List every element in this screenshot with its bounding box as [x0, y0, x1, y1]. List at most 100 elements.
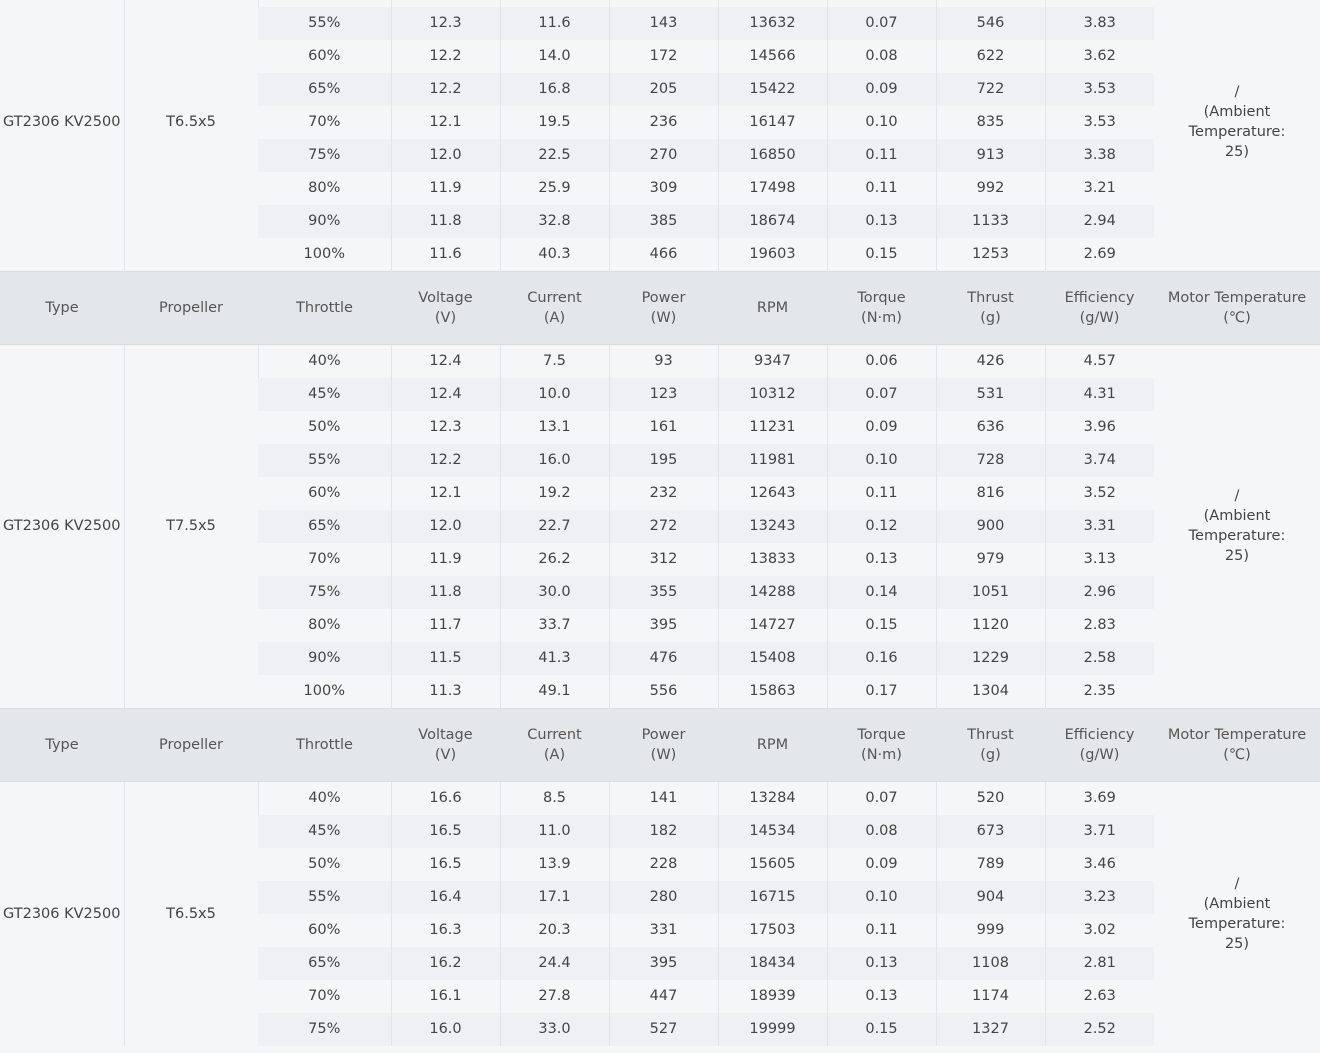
power-cell: 466: [608, 237, 718, 271]
efficiency-cell: 3.69: [1044, 781, 1154, 815]
power-cell: 395: [608, 608, 718, 642]
power-cell: 195: [608, 443, 718, 477]
motor-temperature-cell: / (Ambient Temperature: 25): [1154, 781, 1320, 1046]
voltage-cell: 12.3: [390, 6, 500, 40]
rpm-cell: 15422: [717, 72, 827, 106]
torque-cell: 0.08: [826, 39, 936, 73]
throttle-cell: 65%: [258, 72, 391, 106]
voltage-cell: 11.8: [390, 204, 500, 238]
column-header-label: Torque: [857, 289, 906, 306]
voltage-cell: 16.5: [390, 814, 500, 848]
throttle-cell: 100%: [258, 674, 391, 708]
rpm-cell: 14534: [717, 814, 827, 848]
torque-cell: 0.10: [826, 443, 936, 477]
rpm-cell: 13632: [717, 6, 827, 40]
throttle-cell: 70%: [258, 979, 391, 1013]
efficiency-cell: 2.63: [1044, 979, 1154, 1013]
efficiency-cell: 3.53: [1044, 105, 1154, 139]
column-header-label: Efficiency: [1064, 726, 1135, 743]
current-cell: 11.6: [499, 6, 609, 40]
thrust-cell: 992: [935, 171, 1045, 205]
thrust-cell: 904: [935, 880, 1045, 914]
power-cell: 232: [608, 476, 718, 510]
thrust-cell: 722: [935, 72, 1045, 106]
thrust-cell: 979: [935, 542, 1045, 576]
temperature-note-line: 25): [1224, 548, 1250, 564]
column-header-label: RPM: [756, 736, 789, 753]
column-header-unit: (W): [650, 746, 677, 763]
torque-cell: 0.16: [826, 641, 936, 675]
column-header-label: Thrust: [967, 726, 1014, 743]
thrust-cell: 622: [935, 39, 1045, 73]
torque-cell: 0.11: [826, 171, 936, 205]
rpm-cell: 18434: [717, 946, 827, 980]
rpm-cell: 14727: [717, 608, 827, 642]
torque-cell: 0.08: [826, 814, 936, 848]
voltage-cell: 16.2: [390, 946, 500, 980]
thrust-cell: 1051: [935, 575, 1045, 609]
rpm-cell: 12643: [717, 476, 827, 510]
efficiency-cell: 2.52: [1044, 1012, 1154, 1046]
rpm-cell: 15408: [717, 641, 827, 675]
thrust-cell: 1304: [935, 674, 1045, 708]
voltage-cell: 12.3: [390, 410, 500, 444]
torque-cell: 0.12: [826, 509, 936, 543]
column-header: Power (W): [609, 270, 718, 345]
current-cell: 8.5: [499, 781, 609, 815]
rpm-cell: 10312: [717, 377, 827, 411]
current-cell: 16.8: [499, 72, 609, 106]
column-header: Efficiency (g/W): [1045, 270, 1154, 345]
power-cell: 309: [608, 171, 718, 205]
torque-cell: 0.13: [826, 946, 936, 980]
rpm-cell: 9347: [717, 344, 827, 378]
throttle-cell: 70%: [258, 542, 391, 576]
rpm-cell: 19999: [717, 1012, 827, 1046]
throttle-cell: 90%: [258, 204, 391, 238]
efficiency-cell: 3.13: [1044, 542, 1154, 576]
efficiency-cell: 2.96: [1044, 575, 1154, 609]
efficiency-cell: 2.94: [1044, 204, 1154, 238]
efficiency-cell: 4.57: [1044, 344, 1154, 378]
thrust-cell: 1133: [935, 204, 1045, 238]
power-cell: 161: [608, 410, 718, 444]
current-cell: 19.2: [499, 476, 609, 510]
power-cell: 236: [608, 105, 718, 139]
rpm-cell: 13833: [717, 542, 827, 576]
rpm-cell: 15863: [717, 674, 827, 708]
voltage-cell: 16.0: [390, 1012, 500, 1046]
column-header: Motor Temperature (℃): [1154, 707, 1320, 782]
voltage-cell: 16.5: [390, 847, 500, 881]
torque-cell: 0.15: [826, 608, 936, 642]
torque-cell: 0.15: [826, 237, 936, 271]
voltage-cell: 11.9: [390, 171, 500, 205]
thrust-cell: 1108: [935, 946, 1045, 980]
column-header-row: Type Propeller Throttle Voltage (V) Current (A…: [0, 707, 1320, 782]
column-header-unit: (g): [980, 746, 1001, 763]
column-header: Voltage (V): [391, 707, 500, 782]
current-cell: 33.0: [499, 1012, 609, 1046]
temperature-note-line: /: [1234, 84, 1240, 100]
column-header-label: Type: [45, 299, 79, 316]
voltage-cell: 16.1: [390, 979, 500, 1013]
power-cell: 395: [608, 946, 718, 980]
page-viewport: GT2306 KV2500T6.5x550%12.49.3115126610.0…: [0, 0, 1320, 1053]
column-header-label: Power: [641, 726, 686, 743]
rpm-cell: 17503: [717, 913, 827, 947]
thrust-cell: 1174: [935, 979, 1045, 1013]
efficiency-cell: 2.58: [1044, 641, 1154, 675]
throttle-cell: 60%: [258, 913, 391, 947]
propeller-cell: T6.5x5: [123, 0, 258, 271]
power-cell: 385: [608, 204, 718, 238]
throttle-cell: 55%: [258, 443, 391, 477]
power-cell: 205: [608, 72, 718, 106]
efficiency-cell: 3.52: [1044, 476, 1154, 510]
column-header-label: Thrust: [967, 289, 1014, 306]
power-cell: 143: [608, 6, 718, 40]
column-header-unit: (N·m): [861, 746, 902, 763]
torque-cell: 0.13: [826, 204, 936, 238]
current-cell: 30.0: [499, 575, 609, 609]
torque-cell: 0.07: [826, 781, 936, 815]
rpm-cell: 13284: [717, 781, 827, 815]
efficiency-cell: 3.83: [1044, 6, 1154, 40]
rpm-cell: 18939: [717, 979, 827, 1013]
